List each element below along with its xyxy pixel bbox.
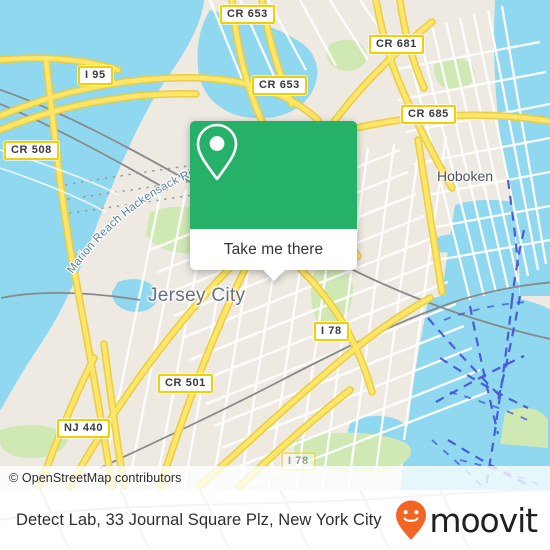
moovit-wordmark: moovit	[429, 500, 538, 540]
popup-action-area[interactable]: Take me there	[190, 229, 357, 281]
map-pin-icon	[196, 123, 238, 181]
road-shield-i-78-center: I 78	[314, 322, 349, 341]
map-canvas[interactable]: Marion Reach Hackensack River Jersey Cit…	[0, 0, 550, 490]
footer-bar: Detect Lab, 33 Journal Square Plz, New Y…	[0, 490, 550, 550]
road-shield-cr-508: CR 508	[4, 141, 59, 160]
take-me-there-button[interactable]: Take me there	[224, 241, 324, 259]
road-shield-i-95: I 95	[78, 66, 113, 85]
road-shield-cr-501: CR 501	[158, 374, 213, 393]
road-shield-cr-653-south: CR 653	[252, 76, 307, 95]
destination-popup-card[interactable]: Take me there	[190, 121, 357, 281]
road-shield-cr-685: CR 685	[401, 105, 456, 124]
road-shield-nj-440: NJ 440	[57, 419, 111, 438]
road-shield-cr-681: CR 681	[369, 35, 424, 54]
attribution-text: © OpenStreetMap contributors	[9, 471, 182, 485]
road-shield-cr-653-north: CR 653	[220, 5, 275, 24]
popup-tail	[262, 270, 285, 281]
popup-icon-area	[190, 121, 357, 229]
moovit-map-screenshot: Marion Reach Hackensack River Jersey Cit…	[0, 0, 550, 550]
map-attribution-bar: © OpenStreetMap contributors	[0, 466, 550, 490]
moovit-logo[interactable]: moovit	[394, 499, 550, 541]
destination-address: Detect Lab, 33 Journal Square Plz, New Y…	[16, 510, 382, 529]
moovit-smiley-pin-icon	[396, 500, 427, 540]
